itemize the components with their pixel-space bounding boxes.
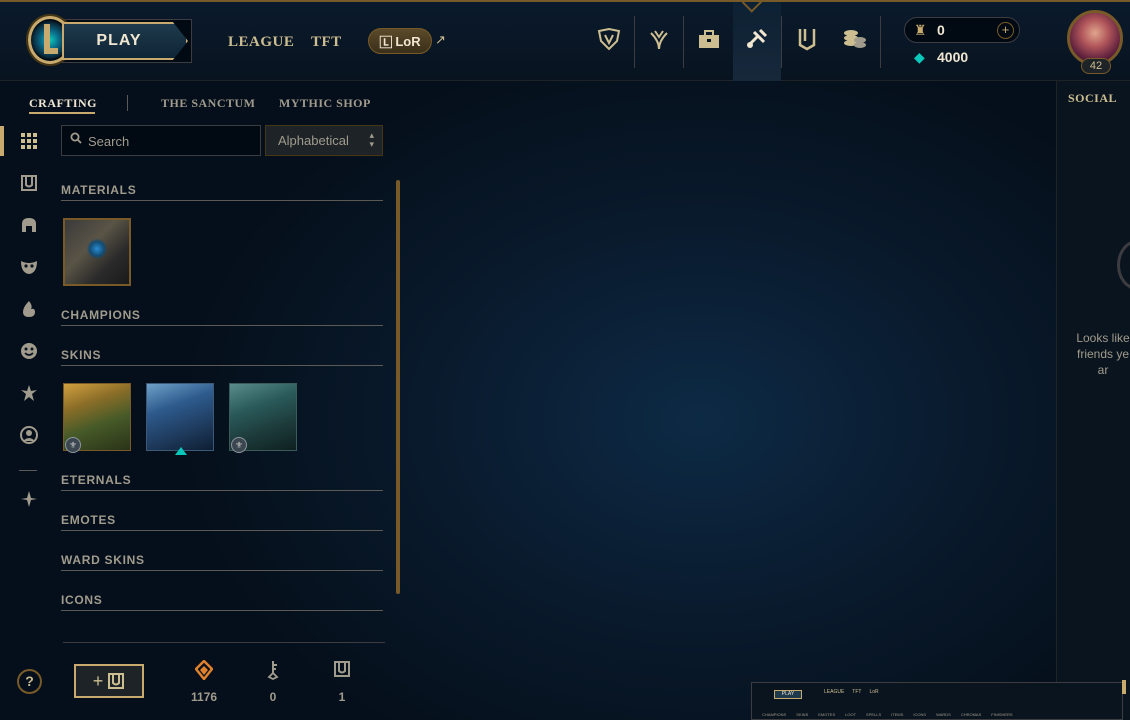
mini-scroll-indicator [1122,680,1126,694]
mini-tab: ICONS [913,712,927,717]
mini-client-preview[interactable]: PLAY LEAGUE TFT LoR CHAMPIONS SKINS EMOT… [751,682,1123,720]
chest-count-icon [327,660,357,683]
mini-tab: FINISHERS [991,712,1013,717]
nav-separator [634,16,635,68]
tft-icon[interactable] [642,22,676,56]
social-panel [1056,81,1130,720]
plus-icon: + [92,670,104,691]
riot-points-icon: ◆ [914,49,925,65]
loot-item-skin[interactable]: ⚜ [63,383,131,453]
mini-tab: CHAMPIONS [762,712,787,717]
worlds-icon[interactable] [592,22,626,56]
social-title[interactable]: SOCIAL [1068,91,1117,106]
nav-separator [880,16,881,68]
mask-icon[interactable] [18,256,40,278]
level-badge: 42 [1081,58,1111,74]
nav-separator [781,16,782,68]
loot-item-skin[interactable] [146,383,214,455]
mini-nav-league: LEAGUE [824,689,845,695]
mini-play-button: PLAY [774,690,802,699]
mini-nav-lor: LoR [869,689,879,695]
section-header-eternals[interactable]: ETERNALS [61,471,383,491]
eternals-icon[interactable] [18,488,40,510]
ward-icon[interactable] [18,382,40,404]
key-icon [258,660,288,685]
sort-dropdown[interactable]: Alphabetical ▴ ▾ [265,125,383,156]
lor-label: LoR [395,33,421,49]
nav-lor-button[interactable]: 🄻 LoR [368,28,432,54]
smiley-icon[interactable] [18,340,40,362]
mini-tab: CHROMAS [960,712,982,717]
search-field[interactable] [61,125,261,156]
dropdown-arrows-icon: ▴ ▾ [369,130,374,149]
mini-tabs: CHAMPIONS SKINS EMOTES LOOT SPELLS ITEMS… [762,712,1013,717]
blue-essence-value: 0 [937,22,945,38]
active-tab-underline [29,112,95,114]
loot-icon[interactable] [740,22,774,56]
add-currency-button[interactable]: + [997,22,1014,39]
grid-icon[interactable] [18,130,40,152]
mini-nav: LEAGUE TFT LoR [824,689,879,695]
helmet-icon[interactable] [18,214,40,236]
chest-icon [108,673,125,689]
orange-essence-value: 1176 [190,690,218,704]
rarity-badge-icon: ⚜ [65,437,81,453]
subnav-separator [127,95,128,111]
tab-the-sanctum[interactable]: THE SANCTUM [161,96,256,111]
nav-separator [683,16,684,68]
sort-value: Alphabetical [278,133,349,148]
loot-item-material[interactable] [63,218,131,286]
search-icon [70,132,82,147]
mini-tab: SKINS [796,712,809,717]
social-empty-message: Looks like friends ye ar [1076,331,1130,377]
tab-mythic-shop[interactable]: MYTHIC SHOP [279,96,371,111]
section-header-materials[interactable]: MATERIALS [61,181,383,201]
loot-item-skin[interactable]: ⚜ [229,383,297,453]
footer-divider [63,642,385,643]
coins-icon[interactable] [838,22,872,56]
key-count: 0 [269,690,277,704]
section-header-emotes[interactable]: EMOTES [61,511,383,531]
emote-icon[interactable] [18,298,40,320]
mini-tab: SPELLS [866,712,882,717]
play-button[interactable]: PLAY [62,22,188,60]
riot-points-value: 4000 [937,49,969,65]
rarity-badge-icon: ⚜ [231,437,247,453]
help-button[interactable]: ? [17,669,42,694]
lor-logo-icon: 🄻 [379,34,393,50]
store-icon[interactable] [692,22,726,56]
chest-count: 1 [338,690,346,704]
mini-tab: WARDS [936,712,951,717]
mini-tab: EMOTES [818,712,836,717]
profile-icon[interactable] [18,424,40,446]
mini-nav-tft: TFT [852,689,862,695]
nav-tft[interactable]: TFT [311,34,342,51]
nav-league[interactable]: LEAGUE [228,34,294,51]
list-scrollbar[interactable] [396,180,400,594]
rail-separator [19,470,37,471]
chest-icon[interactable] [18,172,40,194]
rarity-triangle-icon [175,447,187,455]
mini-tab: LOOT [845,712,857,717]
section-header-champions[interactable]: CHAMPIONS [61,306,383,326]
orange-essence-icon [189,659,219,685]
blue-essence-icon: ♜ [914,22,927,38]
mini-tab: ITEMS [891,712,904,717]
add-chest-button[interactable]: + [74,664,144,698]
section-header-icons[interactable]: ICONS [61,591,383,611]
tab-crafting[interactable]: CRAFTING [29,96,97,111]
external-link-icon: ↗ [435,32,446,47]
collection-icon[interactable] [790,22,824,56]
section-header-skins[interactable]: SKINS [61,346,383,366]
rail-active-marker [0,126,4,156]
search-input[interactable] [88,130,256,152]
section-header-ward-skins[interactable]: WARD SKINS [61,551,383,571]
